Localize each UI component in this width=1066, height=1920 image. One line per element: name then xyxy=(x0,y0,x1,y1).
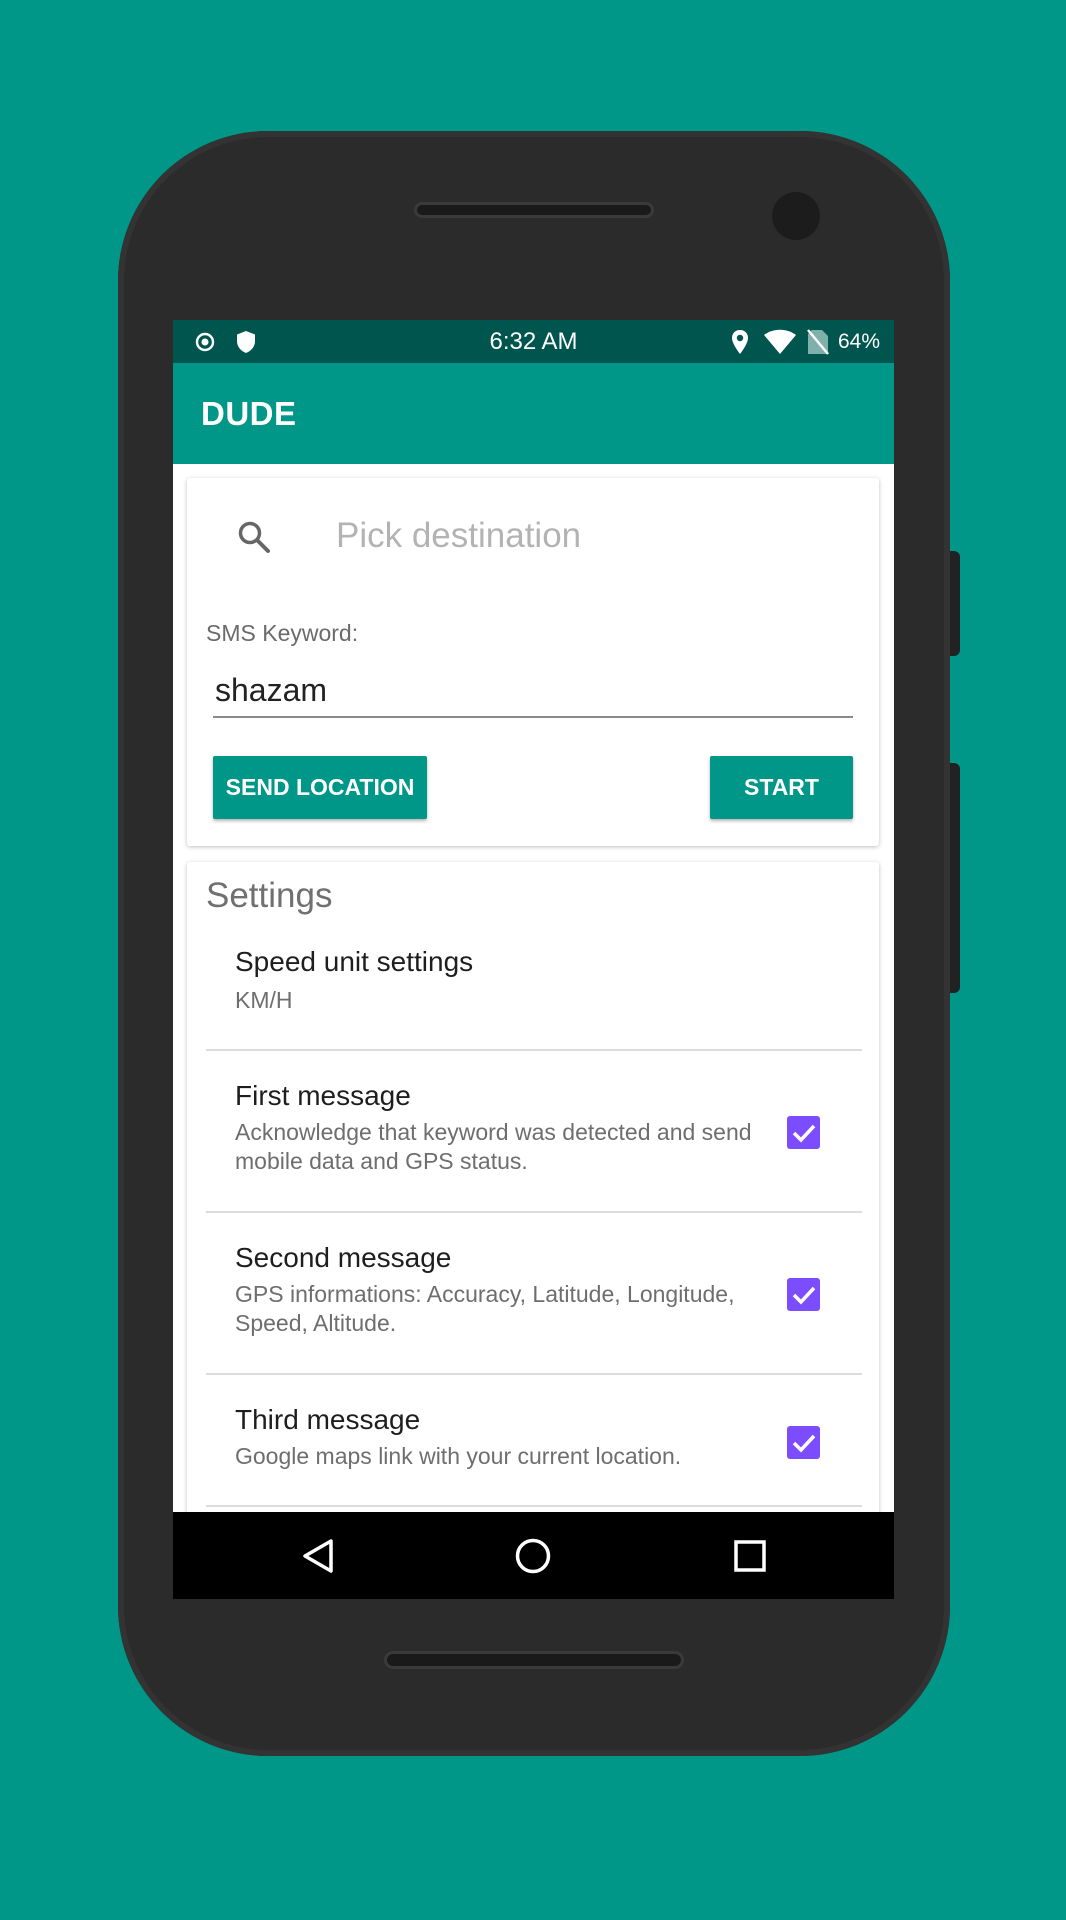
pref-summary: Acknowledge that keyword was detected an… xyxy=(235,1119,752,1174)
pref-summary: GPS informations: Accuracy, Latitude, Lo… xyxy=(235,1281,735,1336)
pref-title: First message xyxy=(235,1080,411,1111)
third-message-checkbox[interactable] xyxy=(787,1426,820,1459)
divider xyxy=(206,1211,862,1213)
power-button xyxy=(950,763,960,993)
app-title: DUDE xyxy=(201,395,297,432)
destination-search-input[interactable]: Pick destination xyxy=(336,516,581,556)
pref-first-message[interactable]: First message Acknowledge that keyword w… xyxy=(206,1080,862,1210)
check-icon xyxy=(792,1434,816,1453)
pref-title: Third message xyxy=(235,1404,421,1435)
send-location-button[interactable]: SEND LOCATION xyxy=(213,756,427,819)
location-pin-icon xyxy=(732,330,748,354)
pref-title: Second message xyxy=(235,1242,452,1273)
second-message-checkbox[interactable] xyxy=(787,1278,820,1311)
sms-keyword-input[interactable]: shazam xyxy=(213,668,853,718)
first-message-checkbox[interactable] xyxy=(787,1116,820,1149)
pref-summary: Google maps link with your current locat… xyxy=(235,1443,682,1469)
sms-keyword-label: SMS Keyword: xyxy=(206,620,359,646)
start-button[interactable]: START xyxy=(710,756,853,819)
pref-third-message[interactable]: Third message Google maps link with your… xyxy=(206,1404,862,1504)
volume-button xyxy=(950,551,960,656)
bottom-speaker xyxy=(384,1651,684,1669)
divider xyxy=(206,1049,862,1051)
pref-speed-unit[interactable]: Speed unit settings KM/H xyxy=(206,946,862,1046)
screen: 6:32 AM 64% DUDE Pick destination SMS Ke… xyxy=(173,320,894,1599)
navigation-bar xyxy=(173,1512,894,1599)
home-icon[interactable] xyxy=(515,1538,551,1574)
wifi-icon xyxy=(764,329,796,354)
status-bar: 6:32 AM 64% xyxy=(173,320,894,363)
no-sim-icon xyxy=(807,329,829,355)
check-icon xyxy=(792,1124,816,1143)
earpiece-speaker xyxy=(414,202,654,218)
back-icon[interactable] xyxy=(301,1538,335,1574)
recents-icon[interactable] xyxy=(734,1540,766,1572)
app-bar: DUDE xyxy=(173,363,894,464)
sms-keyword-value: shazam xyxy=(215,672,328,708)
settings-card: Settings Speed unit settings KM/H First … xyxy=(187,862,879,1599)
battery-percentage: 64% xyxy=(837,330,880,353)
divider xyxy=(206,1373,862,1375)
front-camera xyxy=(772,192,820,240)
pref-title: Speed unit settings xyxy=(235,946,474,977)
divider xyxy=(206,1505,862,1507)
check-icon xyxy=(792,1286,816,1305)
pref-summary: KM/H xyxy=(235,987,293,1013)
settings-header: Settings xyxy=(206,876,333,915)
destination-card: Pick destination SMS Keyword: shazam SEN… xyxy=(187,478,879,846)
search-icon[interactable] xyxy=(237,520,271,554)
pref-second-message[interactable]: Second message GPS informations: Accurac… xyxy=(206,1242,862,1372)
